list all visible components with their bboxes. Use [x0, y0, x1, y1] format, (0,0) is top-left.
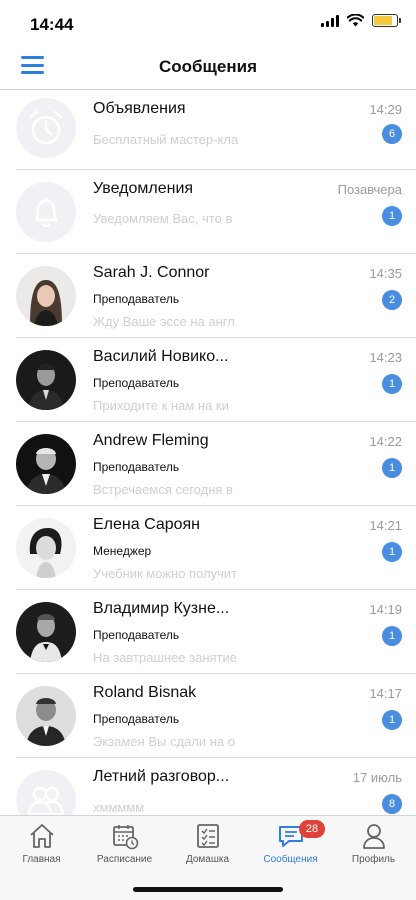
calendar-icon [112, 825, 138, 850]
chat-time: 14:19 [369, 602, 402, 617]
chat-item-andrew-fleming[interactable]: Andrew Fleming Преподаватель Встречаемся… [16, 422, 416, 506]
chat-name: Объявления [93, 100, 186, 117]
user-photo [16, 350, 76, 410]
chat-list[interactable]: Объявления Бесплатный мастер-кла 14:29 6… [0, 89, 416, 815]
user-photo [16, 686, 76, 746]
avatar [16, 518, 76, 578]
unread-badge: 6 [382, 124, 402, 144]
tab-homework[interactable]: Домашка [166, 822, 249, 870]
chat-name: Елена Сароян [93, 516, 201, 533]
alarm-clock-icon [29, 110, 63, 145]
page-title: Сообщения [159, 57, 257, 76]
chat-role: Преподаватель [93, 460, 180, 474]
unread-badge: 8 [382, 794, 402, 814]
user-photo [16, 266, 76, 326]
chat-preview: Приходите к нам на ки [93, 398, 229, 413]
avatar [16, 686, 76, 746]
unread-badge: 1 [382, 458, 402, 478]
bell-icon [34, 197, 58, 228]
avatar [16, 350, 76, 410]
tab-bar: Главная Расписание Домашка 28 Сообщения [0, 815, 416, 900]
chat-name: Владимир Кузне... [93, 600, 230, 617]
chat-time: 14:35 [369, 266, 402, 281]
unread-badge: 2 [382, 290, 402, 310]
chat-item-vladimir[interactable]: Владимир Кузне... Преподаватель На завтр… [16, 590, 416, 674]
chat-role: Преподаватель [93, 292, 180, 306]
chat-preview: Уведомляем Вас, что в [93, 211, 233, 226]
unread-badge: 1 [382, 374, 402, 394]
tab-messages[interactable]: 28 Сообщения [249, 820, 332, 870]
tab-label: Расписание [96, 854, 153, 865]
tab-label: Главная [22, 854, 61, 865]
chat-item-roland-bisnak[interactable]: Roland Bisnak Преподаватель Экзамен Вы с… [16, 674, 416, 758]
tab-label: Профиль [351, 854, 396, 865]
home-indicator [133, 887, 283, 892]
wifi-icon [347, 14, 364, 27]
chat-preview: Жду Ваше эссе на англ [93, 314, 235, 329]
chat-name: Roland Bisnak [93, 684, 197, 701]
chat-role: Преподаватель [93, 628, 180, 642]
avatar [16, 266, 76, 326]
chat-role: Преподаватель [93, 712, 180, 726]
unread-badge: 1 [382, 626, 402, 646]
header: Сообщения [0, 48, 416, 88]
chat-name: Летний разговор... [93, 768, 230, 785]
chat-role: Менеджер [93, 544, 152, 558]
chat-time: 14:23 [369, 350, 402, 365]
unread-badge: 1 [382, 710, 402, 730]
avatar [16, 182, 76, 242]
battery-icon [372, 14, 401, 27]
chat-time: 14:22 [369, 434, 402, 449]
chat-time: 14:17 [369, 686, 402, 701]
avatar [16, 98, 76, 158]
user-photo [16, 518, 76, 578]
chat-preview: Учебник можно получит [93, 566, 238, 581]
chat-time: 17 июль [352, 770, 402, 785]
chat-item-elena-saroyan[interactable]: Елена Сароян Менеджер Учебник можно полу… [16, 506, 416, 590]
avatar [16, 770, 76, 815]
chat-name: Василий Новико... [93, 348, 229, 365]
chat-name: Уведомления [93, 180, 194, 197]
chat-item-vasily[interactable]: Василий Новико... Преподаватель Приходит… [16, 338, 416, 422]
unread-badge: 1 [382, 542, 402, 562]
chat-preview: Экзамен Вы сдали на о [93, 734, 235, 749]
unread-badge: 1 [382, 206, 402, 226]
status-time: 14:44 [30, 15, 74, 34]
chat-preview: На завтрашнее занятие [93, 650, 237, 665]
status-bar: 14:44 [0, 0, 416, 48]
chat-item-announcements[interactable]: Объявления Бесплатный мастер-кла 14:29 6 [16, 90, 416, 170]
person-icon [362, 824, 385, 849]
tab-label: Сообщения [263, 854, 318, 865]
avatar [16, 602, 76, 662]
group-icon [27, 786, 65, 815]
messages-count-badge: 28 [299, 820, 325, 838]
chat-preview: хммммм [93, 800, 145, 815]
chat-preview: Встречаемся сегодня в [93, 482, 233, 497]
home-icon [29, 824, 54, 848]
chat-preview: Бесплатный мастер-кла [93, 132, 239, 147]
tab-profile[interactable]: Профиль [332, 822, 415, 870]
chat-item-sarah-connor[interactable]: Sarah J. Connor Преподаватель Жду Ваше э… [16, 254, 416, 338]
chat-name: Andrew Fleming [93, 432, 209, 449]
tab-schedule[interactable]: Расписание [83, 822, 166, 870]
chat-time: Позавчера [337, 182, 402, 197]
user-photo [16, 434, 76, 494]
tab-home[interactable]: Главная [0, 822, 83, 870]
chat-time: 14:21 [369, 518, 402, 533]
chat-time: 14:29 [369, 102, 402, 117]
chat-item-notifications[interactable]: Уведомления Уведомляем Вас, что в Позавч… [16, 170, 416, 254]
avatar [16, 434, 76, 494]
chat-role: Преподаватель [93, 376, 180, 390]
cellular-signal-icon [321, 14, 339, 27]
checklist-icon [196, 824, 219, 848]
chat-name: Sarah J. Connor [93, 264, 210, 281]
tab-label: Домашка [185, 854, 230, 865]
user-photo [16, 602, 76, 662]
chat-item-summer-chat[interactable]: Летний разговор... хммммм 17 июль 8 [16, 758, 416, 815]
status-icons [321, 14, 401, 27]
